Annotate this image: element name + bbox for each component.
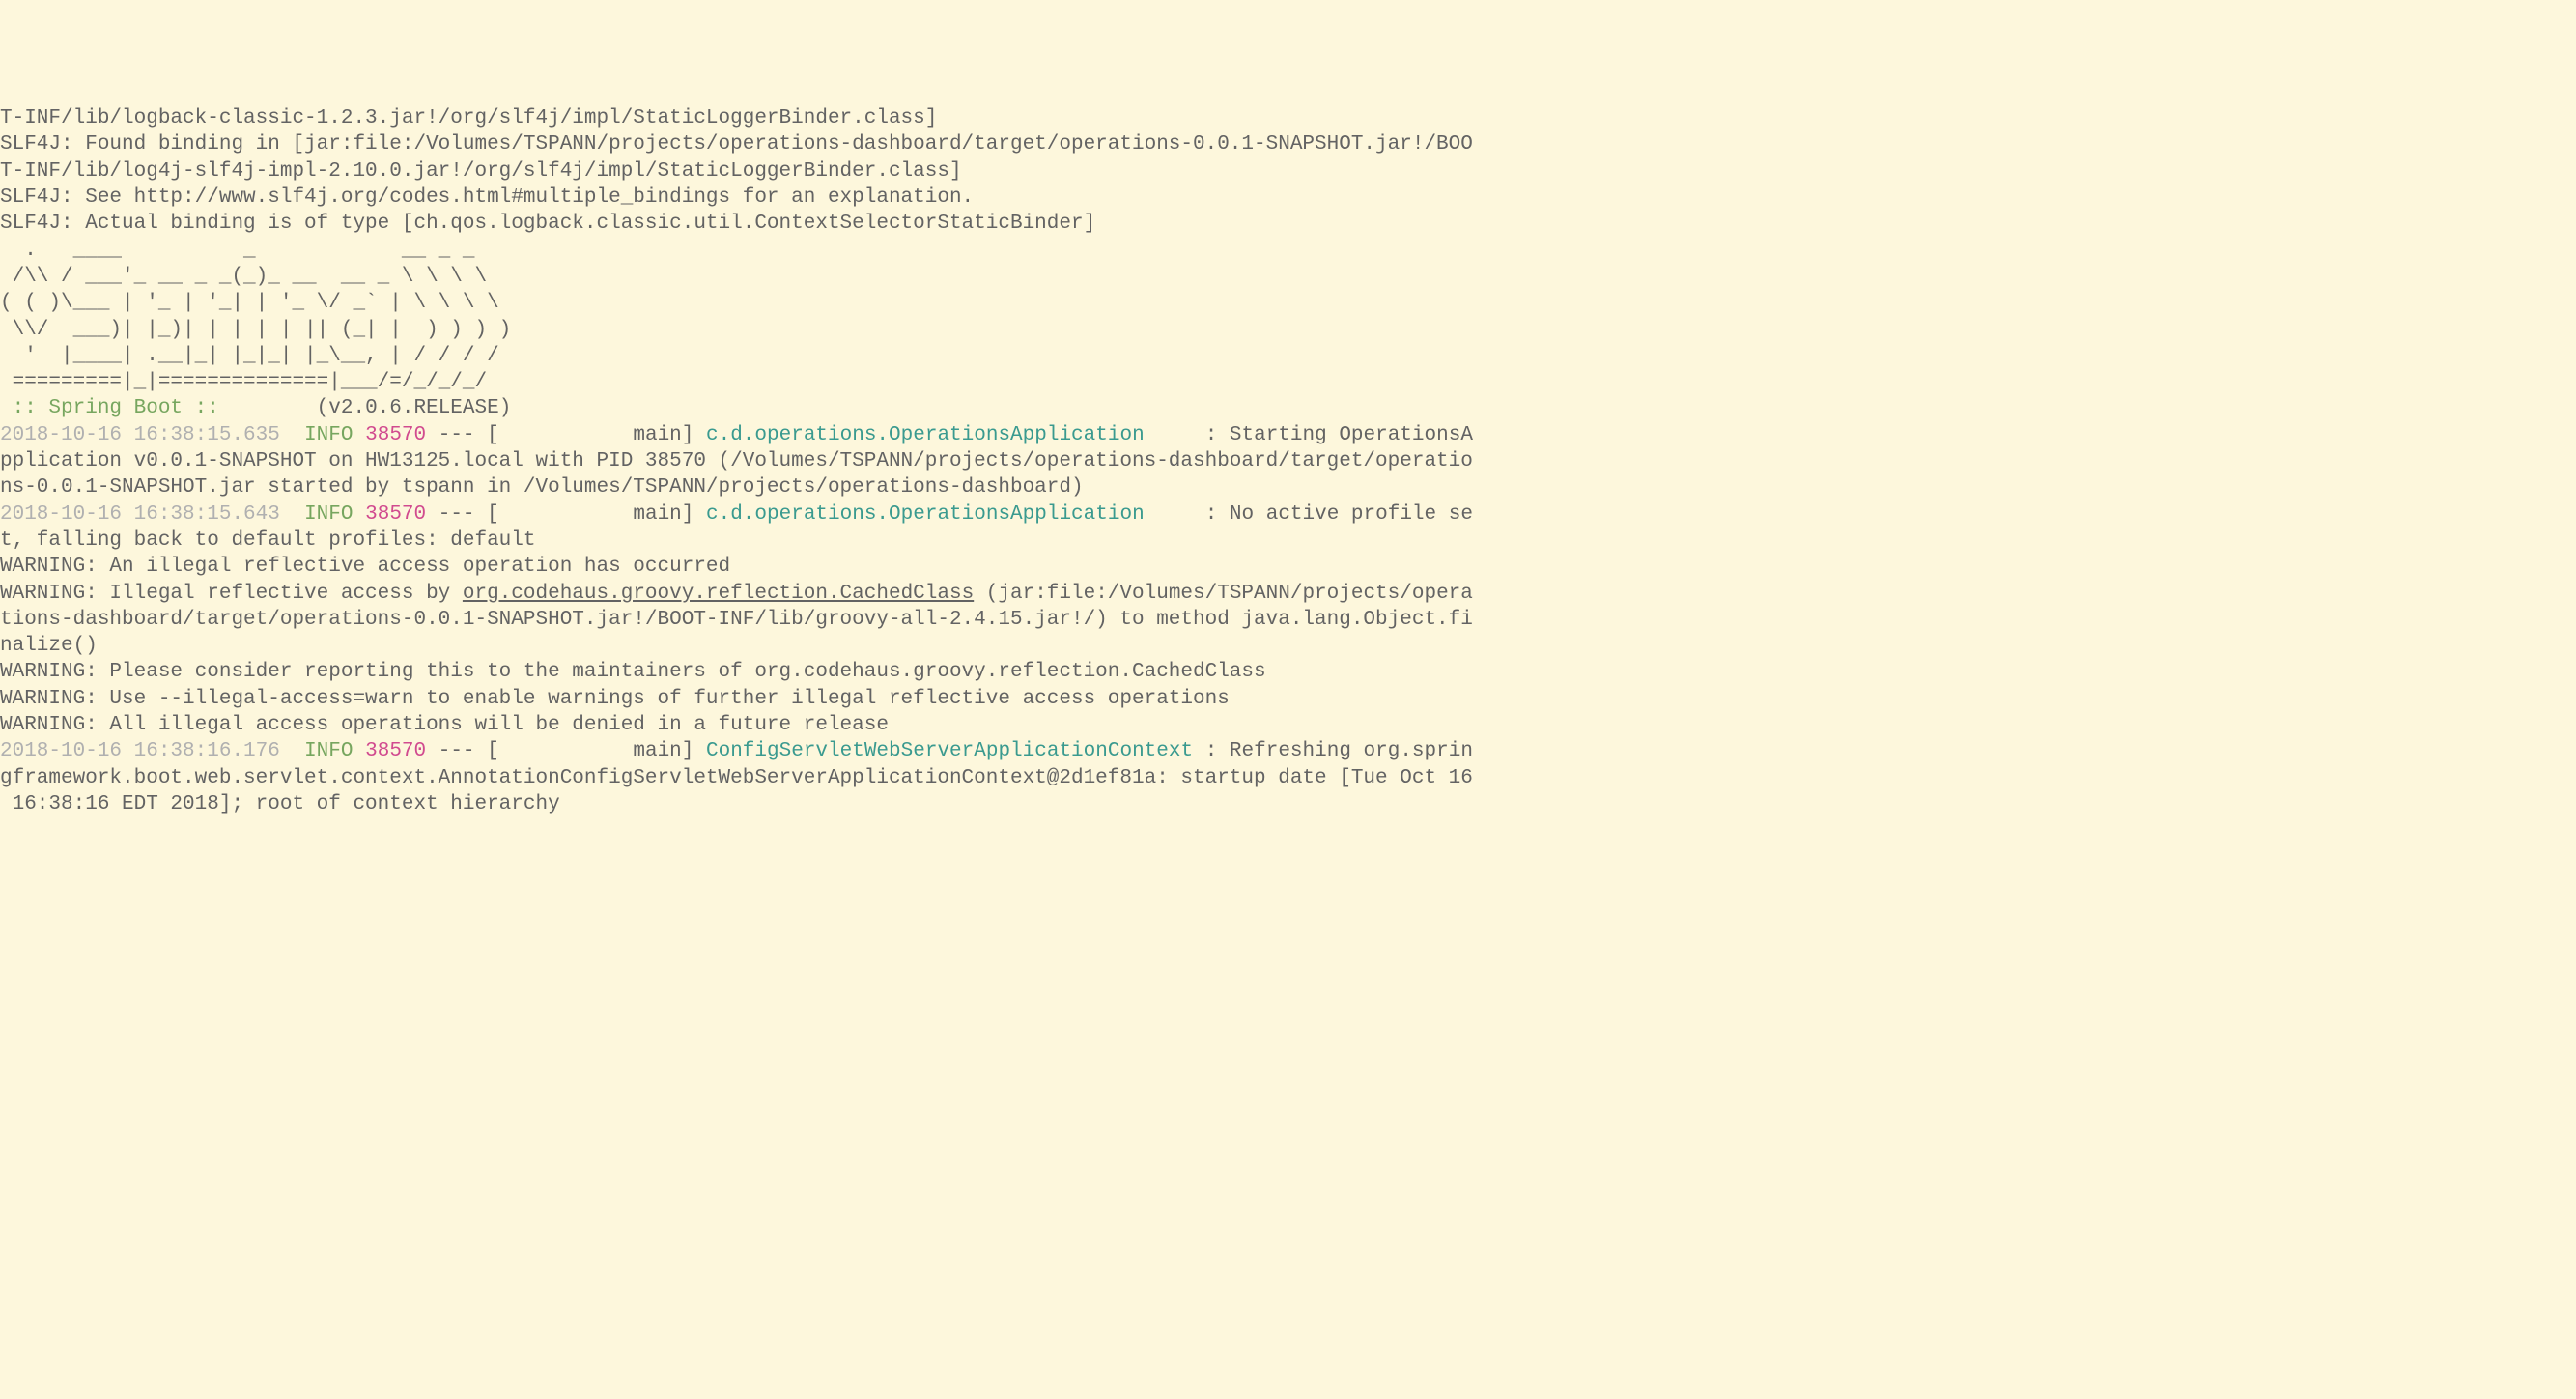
text: WARNING: An illegal reflective access op… xyxy=(0,556,730,578)
banner-line: ' |____| .__|_| |_|_| |_\__, | / / / / xyxy=(0,343,2576,369)
text: pplication v0.0.1-SNAPSHOT on HW13125.lo… xyxy=(0,450,1473,472)
text xyxy=(354,424,366,446)
log-continuation: t, falling back to default profiles: def… xyxy=(0,528,2576,554)
log-level: INFO xyxy=(304,740,353,762)
text: SLF4J: Actual binding is of type [ch.qos… xyxy=(0,213,1095,235)
text xyxy=(280,740,304,762)
text: T-INF/lib/logback-classic-1.2.3.jar!/org… xyxy=(0,107,937,129)
pid: 38570 xyxy=(365,503,426,526)
log-entry: 2018-10-16 16:38:15.635 INFO 38570 --- [… xyxy=(0,422,2576,448)
class-link[interactable]: org.codehaus.groovy.reflection.CachedCla… xyxy=(463,583,974,605)
logger-name: ConfigServletWebServerApplicationContext xyxy=(706,740,1193,762)
thread-name: main xyxy=(499,503,682,526)
bracket: ] xyxy=(682,503,706,526)
thread-name: main xyxy=(499,424,682,446)
spring-boot-label: :: Spring Boot :: xyxy=(0,397,231,419)
ascii-art: ( ( )\___ | '_ | '_| | '_ \/ _` | \ \ \ … xyxy=(0,292,499,314)
log-line: T-INF/lib/log4j-slf4j-impl-2.10.0.jar!/o… xyxy=(0,158,2576,185)
pid: 38570 xyxy=(365,740,426,762)
thread-name: main xyxy=(499,740,682,762)
text: (jar:file:/Volumes/TSPANN/projects/opera xyxy=(974,583,1473,605)
text: WARNING: Please consider reporting this … xyxy=(0,661,1266,683)
colon: : xyxy=(1193,424,1230,446)
separator: --- [ xyxy=(426,424,499,446)
text: ns-0.0.1-SNAPSHOT.jar started by tspann … xyxy=(0,476,1084,499)
text: 16:38:16 EDT 2018]; root of context hier… xyxy=(0,793,560,815)
log-continuation: 16:38:16 EDT 2018]; root of context hier… xyxy=(0,791,2576,817)
terminal-output: T-INF/lib/logback-classic-1.2.3.jar!/org… xyxy=(0,105,2576,817)
text: SLF4J: See http://www.slf4j.org/codes.ht… xyxy=(0,186,974,209)
spring-boot-version-line: :: Spring Boot :: (v2.0.6.RELEASE) xyxy=(0,395,2576,421)
text: SLF4J: Found binding in [jar:file:/Volum… xyxy=(0,133,1473,156)
banner-line: ( ( )\___ | '_ | '_| | '_ \/ _` | \ \ \ … xyxy=(0,290,2576,316)
text: WARNING: Use --illegal-access=warn to en… xyxy=(0,688,1230,710)
warning-line: WARNING: Use --illegal-access=warn to en… xyxy=(0,686,2576,712)
log-entry: 2018-10-16 16:38:16.176 INFO 38570 --- [… xyxy=(0,738,2576,764)
text: tions-dashboard/target/operations-0.0.1-… xyxy=(0,609,1473,631)
logger-name: c.d.operations.OperationsApplication xyxy=(706,503,1193,526)
ascii-art: /\\ / ___'_ __ _ _(_)_ __ __ _ \ \ \ \ xyxy=(0,266,487,288)
logger-name: c.d.operations.OperationsApplication xyxy=(706,424,1193,446)
log-continuation: ns-0.0.1-SNAPSHOT.jar started by tspann … xyxy=(0,474,2576,500)
log-level: INFO xyxy=(304,503,353,526)
text xyxy=(354,503,366,526)
ascii-art: ' |____| .__|_| |_|_| |_\__, | / / / / xyxy=(0,345,499,367)
log-line: SLF4J: Found binding in [jar:file:/Volum… xyxy=(0,131,2576,157)
text: gframework.boot.web.servlet.context.Anno… xyxy=(0,767,1473,789)
log-line: T-INF/lib/logback-classic-1.2.3.jar!/org… xyxy=(0,105,2576,131)
text: WARNING: All illegal access operations w… xyxy=(0,714,889,736)
timestamp: 2018-10-16 16:38:16.176 xyxy=(0,740,280,762)
separator: --- [ xyxy=(426,503,499,526)
ascii-art: \\/ ___)| |_)| | | | | || (_| | ) ) ) ) xyxy=(0,319,511,341)
banner-line: /\\ / ___'_ __ _ _(_)_ __ __ _ \ \ \ \ xyxy=(0,264,2576,290)
pid: 38570 xyxy=(365,424,426,446)
log-line: SLF4J: See http://www.slf4j.org/codes.ht… xyxy=(0,185,2576,211)
text: nalize() xyxy=(0,635,98,657)
log-message: No active profile se xyxy=(1230,503,1473,526)
log-entry: 2018-10-16 16:38:15.643 INFO 38570 --- [… xyxy=(0,501,2576,528)
warning-line: WARNING: An illegal reflective access op… xyxy=(0,554,2576,580)
timestamp: 2018-10-16 16:38:15.635 xyxy=(0,424,280,446)
separator: --- [ xyxy=(426,740,499,762)
bracket: ] xyxy=(682,740,706,762)
warning-line: WARNING: Illegal reflective access by or… xyxy=(0,581,2576,607)
ascii-art: . ____ _ __ _ _ xyxy=(0,240,474,262)
banner-line: \\/ ___)| |_)| | | | | || (_| | ) ) ) ) xyxy=(0,317,2576,343)
text: t, falling back to default profiles: def… xyxy=(0,529,536,552)
text xyxy=(280,424,304,446)
log-message: Starting OperationsA xyxy=(1230,424,1473,446)
text: WARNING: Illegal reflective access by xyxy=(0,583,463,605)
log-line: SLF4J: Actual binding is of type [ch.qos… xyxy=(0,211,2576,237)
text xyxy=(280,503,304,526)
timestamp: 2018-10-16 16:38:15.643 xyxy=(0,503,280,526)
banner-line: . ____ _ __ _ _ xyxy=(0,238,2576,264)
log-level: INFO xyxy=(304,424,353,446)
bracket: ] xyxy=(682,424,706,446)
colon: : xyxy=(1193,740,1230,762)
log-message: Refreshing org.sprin xyxy=(1230,740,1473,762)
ascii-art: =========|_|==============|___/=/_/_/_/ xyxy=(0,371,487,393)
log-continuation: pplication v0.0.1-SNAPSHOT on HW13125.lo… xyxy=(0,448,2576,474)
text: T-INF/lib/log4j-slf4j-impl-2.10.0.jar!/o… xyxy=(0,160,962,183)
warning-line: WARNING: Please consider reporting this … xyxy=(0,659,2576,685)
banner-line: =========|_|==============|___/=/_/_/_/ xyxy=(0,369,2576,395)
colon: : xyxy=(1193,503,1230,526)
text xyxy=(354,740,366,762)
log-continuation: gframework.boot.web.servlet.context.Anno… xyxy=(0,765,2576,791)
log-continuation: tions-dashboard/target/operations-0.0.1-… xyxy=(0,607,2576,633)
spring-boot-version: (v2.0.6.RELEASE) xyxy=(231,397,511,419)
warning-line: WARNING: All illegal access operations w… xyxy=(0,712,2576,738)
log-continuation: nalize() xyxy=(0,633,2576,659)
